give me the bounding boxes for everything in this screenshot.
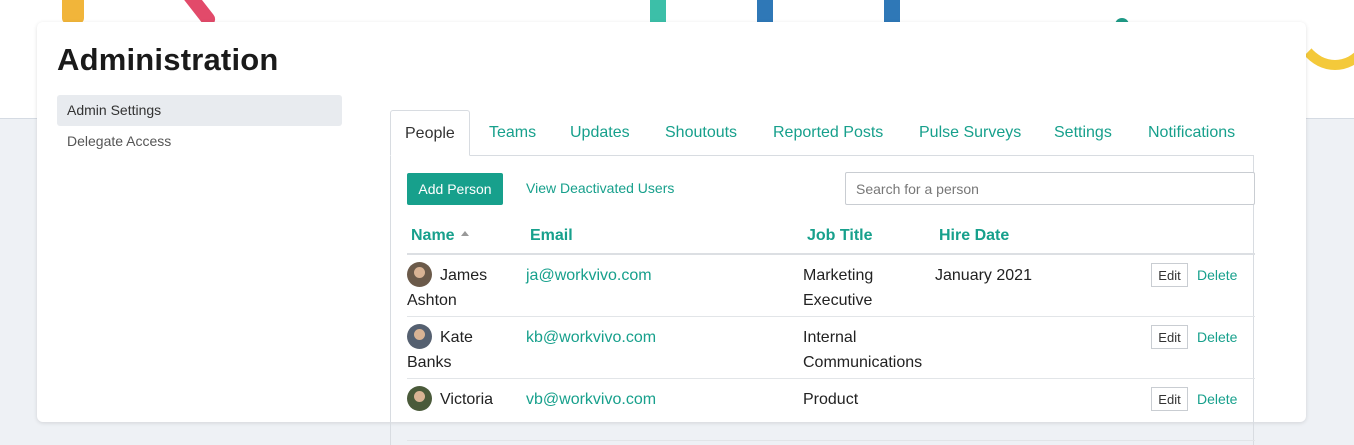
job-title-line: Internal <box>803 329 857 346</box>
column-header-hire-date[interactable]: Hire Date <box>939 227 1009 245</box>
admin-card: Administration Admin Settings Delegate A… <box>37 22 1306 445</box>
avatar <box>407 324 432 350</box>
view-deactivated-users-link[interactable]: View Deactivated Users <box>526 180 674 196</box>
person-last-name: Ashton <box>407 292 457 310</box>
decorative-shape <box>884 0 900 24</box>
job-title-line: Executive <box>803 292 873 309</box>
add-person-button[interactable]: Add Person <box>407 173 503 205</box>
person-job-title: Product <box>803 387 933 412</box>
tab-teams[interactable]: Teams <box>489 110 536 156</box>
decorative-shape <box>757 0 773 24</box>
edit-button[interactable]: Edit <box>1151 387 1188 411</box>
people-panel: Add Person View Deactivated Users Name E… <box>390 155 1255 445</box>
page-title: Administration <box>57 42 279 77</box>
admin-sidebar: Admin Settings Delegate Access <box>57 95 342 157</box>
person-name: Kate Banks <box>407 324 517 375</box>
column-header-name-label: Name <box>411 227 455 244</box>
column-header-name[interactable]: Name <box>411 227 469 245</box>
table-row: James Ashton ja@workvivo.com Marketing Exe… <box>407 255 1255 317</box>
table-row: Kate Banks kb@workvivo.com Internal Commun… <box>407 317 1255 379</box>
person-email-link[interactable]: vb@workvivo.com <box>526 387 656 412</box>
tab-shoutouts[interactable]: Shoutouts <box>665 110 737 156</box>
tab-reported-posts[interactable]: Reported Posts <box>773 110 883 156</box>
avatar <box>407 262 432 288</box>
tab-people[interactable]: People <box>390 110 470 156</box>
job-title-line: Marketing <box>803 267 874 284</box>
person-first-name: Kate <box>440 329 473 346</box>
person-hire-date: January 2021 <box>935 267 1032 284</box>
person-email-link[interactable]: ja@workvivo.com <box>526 263 652 288</box>
table-row: Victoria vb@workvivo.com Product Edit De… <box>407 379 1255 441</box>
search-person-input[interactable] <box>845 172 1255 205</box>
decorative-shape <box>62 0 84 24</box>
person-last-name: Banks <box>407 354 452 372</box>
person-name: James Ashton <box>407 262 517 313</box>
person-job-title: Internal Communications <box>803 325 933 375</box>
person-email-link[interactable]: kb@workvivo.com <box>526 325 656 350</box>
sidebar-item-admin-settings[interactable]: Admin Settings <box>57 95 342 126</box>
person-job-title: Marketing Executive <box>803 263 933 313</box>
avatar <box>407 386 432 412</box>
column-header-job-title[interactable]: Job Title <box>807 227 873 245</box>
person-first-name: James <box>440 267 488 284</box>
sort-ascending-icon <box>460 231 469 237</box>
job-title-line: Product <box>803 391 859 408</box>
edit-button[interactable]: Edit <box>1151 325 1188 349</box>
edit-button[interactable]: Edit <box>1151 263 1188 287</box>
person-first-name: Victoria <box>440 391 494 408</box>
tab-updates[interactable]: Updates <box>570 110 630 156</box>
job-title-line: Communications <box>803 354 923 371</box>
admin-tabs: People Teams Updates Shoutouts Reported … <box>390 110 1270 156</box>
decorative-shape <box>650 0 666 24</box>
table-header: Name Email Job Title Hire Date <box>407 217 1255 255</box>
delete-link[interactable]: Delete <box>1197 267 1237 283</box>
column-header-email[interactable]: Email <box>530 227 573 245</box>
delete-link[interactable]: Delete <box>1197 329 1237 345</box>
delete-link[interactable]: Delete <box>1197 391 1237 407</box>
tab-notifications[interactable]: Notifications <box>1148 110 1235 156</box>
sidebar-item-delegate-access[interactable]: Delegate Access <box>57 126 342 157</box>
tab-settings[interactable]: Settings <box>1054 110 1112 156</box>
tab-pulse-surveys[interactable]: Pulse Surveys <box>919 110 1021 156</box>
person-name: Victoria <box>407 386 517 412</box>
